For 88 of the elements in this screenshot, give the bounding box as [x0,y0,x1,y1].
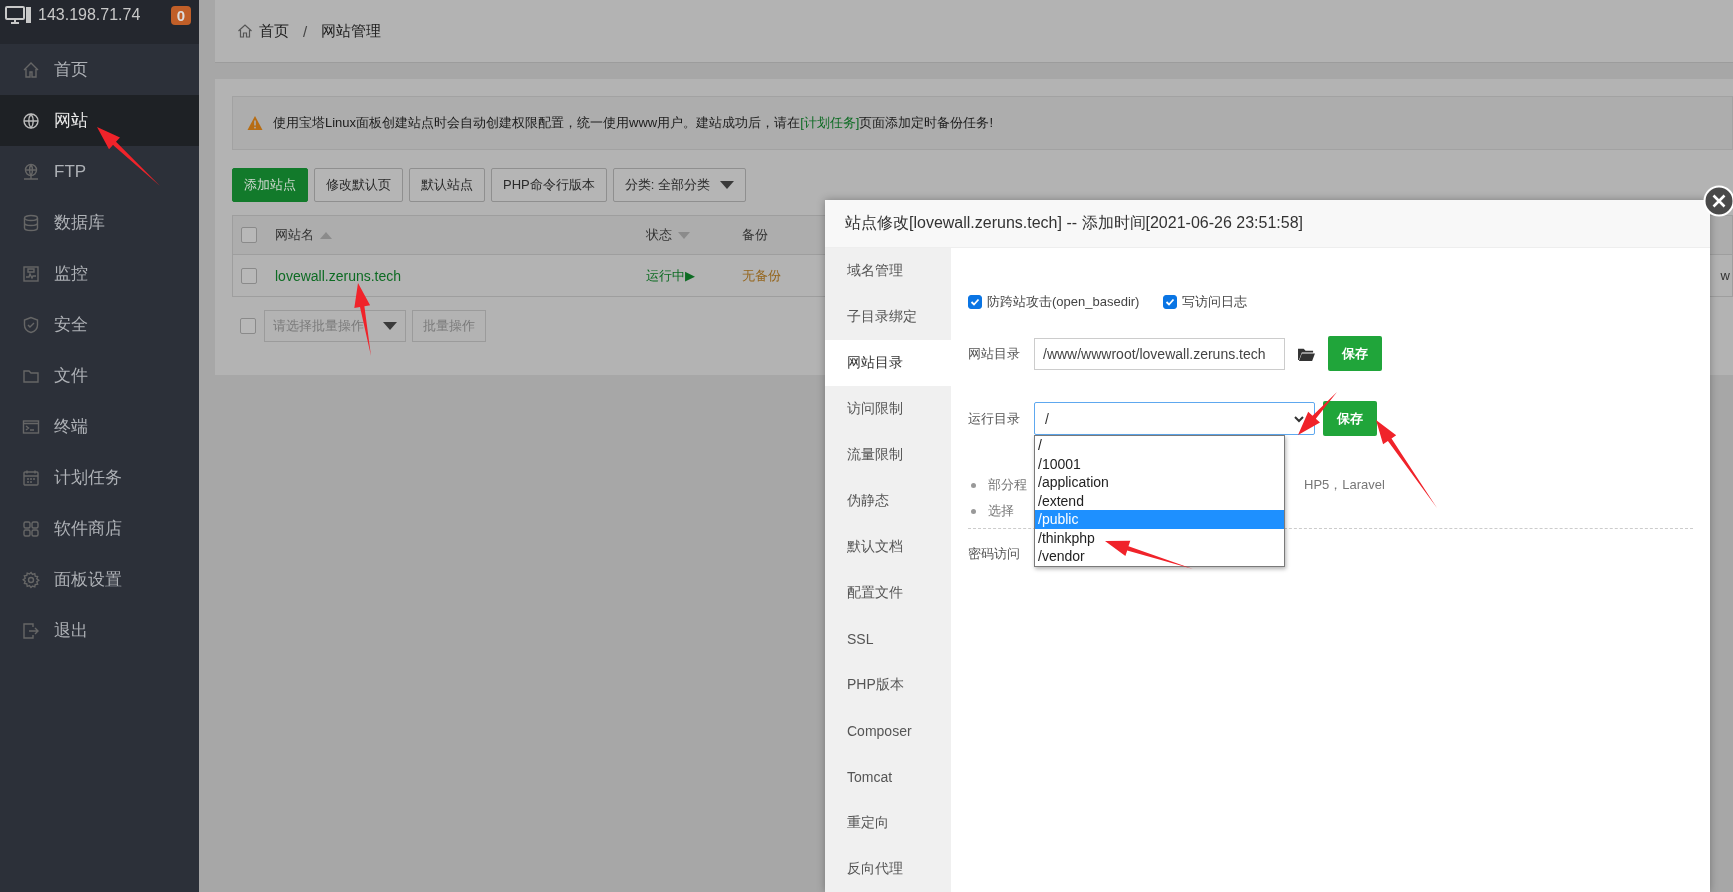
field-label: 密码访问 [968,545,1020,563]
toolbar-button[interactable]: 添加站点 [232,168,308,202]
checkbox[interactable] [1163,295,1178,309]
computer-icon [5,5,32,25]
nav-tab[interactable]: 子目录绑定 [825,294,951,340]
caret-icon [719,181,734,189]
sidebar-item[interactable]: 数据库 [0,197,199,248]
sort-icon[interactable] [678,231,690,239]
nav-tab[interactable]: 重定向 [825,800,951,846]
checkbox[interactable] [968,295,982,309]
bullet-icon [971,482,976,488]
category-dropdown[interactable]: 分类: 全部分类 [612,168,746,202]
bullet-icon [971,508,976,514]
nav-tab[interactable]: 访问限制 [825,386,951,432]
modal-title: 站点修改[lovewall.zeruns.tech] -- 添加时间[2021-06-26 23:51:58] [825,200,1710,248]
sidebar-item[interactable]: 退出 [0,605,199,656]
sidebar-item[interactable]: 安全 [0,299,199,350]
terminal-icon [22,417,40,436]
column-header[interactable]: 状态 [646,226,672,244]
sidebar-item[interactable]: 首页 [0,44,199,95]
checkbox-label: 防跨站攻击(open_basedir) [987,293,1140,311]
field-label: 网站目录 [968,344,1021,363]
close-icon[interactable] [1703,185,1733,217]
caret-icon [383,322,397,330]
dropdown-option[interactable]: /thinkphp [1035,528,1284,547]
nav-tab[interactable]: 配置文件 [825,570,951,616]
input-field[interactable]: /www/wwwroot/lovewall.zeruns.tech [1034,337,1285,370]
row-checkbox[interactable] [241,267,257,284]
column-header[interactable]: 网站名 [275,226,314,244]
toolbar-button[interactable]: PHP命令行版本 [491,168,607,202]
sidebar-item[interactable]: 终端 [0,401,199,452]
grid-icon [22,519,40,538]
select-all-checkbox[interactable] [240,318,256,334]
sidebar-item[interactable]: 网站 [0,95,199,146]
sidebar-item[interactable]: 文件 [0,350,199,401]
field-label: 运行目录 [968,409,1021,428]
warning-icon [247,115,263,131]
sidebar-item[interactable]: FTP [0,146,199,197]
dropdown-option[interactable]: / [1035,436,1284,455]
database-icon [22,213,40,232]
nav-tab[interactable]: 网站目录 [825,340,951,386]
nav-tab[interactable]: SSL [825,616,951,662]
table-cell-text: w [1720,268,1731,283]
settings-icon [22,570,40,589]
column-header[interactable]: 备份 [742,227,768,242]
count-badge: 0 [170,5,191,25]
nav-tab[interactable]: 反向代理 [825,846,951,892]
breadcrumb-separator: / [303,22,308,40]
server-ip: 143.198.71.74 [38,6,142,24]
nav-tab[interactable]: 伪静态 [825,478,951,524]
shield-icon [22,315,40,334]
toolbar-button[interactable]: 修改默认页 [314,168,403,202]
notice-text: 使用宝塔Linux面板创建站点时会自动创建权限配置，统一使用www用户。建站成功后，请在[计划任务]页面添加定时备份任务! [273,114,994,132]
breadcrumb-link[interactable]: 首页 [259,21,289,41]
sidebar-item[interactable]: 软件商店 [0,503,199,554]
monitor-chart-icon [22,264,40,283]
globe-icon [22,111,40,130]
nav-tab[interactable]: 流量限制 [825,432,951,478]
check-icon [970,297,980,307]
header-checkbox[interactable] [241,227,257,243]
dropdown-option[interactable]: /vendor [1035,547,1284,566]
note-text: HP5，Laravel [1304,476,1385,494]
check-icon [1165,297,1176,307]
sidebar-item[interactable]: 计划任务 [0,452,199,503]
toolbar-button[interactable]: 默认站点 [409,168,485,202]
caret-icon [1294,414,1304,423]
sidebar-item[interactable]: 监控 [0,248,199,299]
nav-tab[interactable]: 默认文档 [825,524,951,570]
select-field[interactable]: / [1034,402,1315,435]
logout-icon [22,621,40,640]
sidebar-item[interactable]: 面板设置 [0,554,199,605]
note-text: 选择 [988,502,1014,520]
calendar-icon [22,468,40,487]
nav-tab[interactable]: 域名管理 [825,248,951,294]
sort-icon[interactable] [320,231,332,239]
dropdown-option[interactable]: /extend [1035,491,1284,510]
dropdown-option[interactable]: /10001 [1035,454,1284,473]
note-text: 部分程 [988,476,1027,494]
arrow-annotation [97,127,160,186]
nav-tab[interactable]: PHP版本 [825,662,951,708]
nav-tab[interactable]: Composer [825,708,951,754]
network-globe-icon [22,162,40,181]
dropdown-option[interactable]: /application [1035,473,1284,492]
nav-tab[interactable]: Tomcat [825,754,951,800]
checkbox-label: 写访问日志 [1182,293,1248,311]
home-icon [22,60,40,79]
arrow-annotation [1298,392,1337,435]
home-icon [237,23,253,39]
